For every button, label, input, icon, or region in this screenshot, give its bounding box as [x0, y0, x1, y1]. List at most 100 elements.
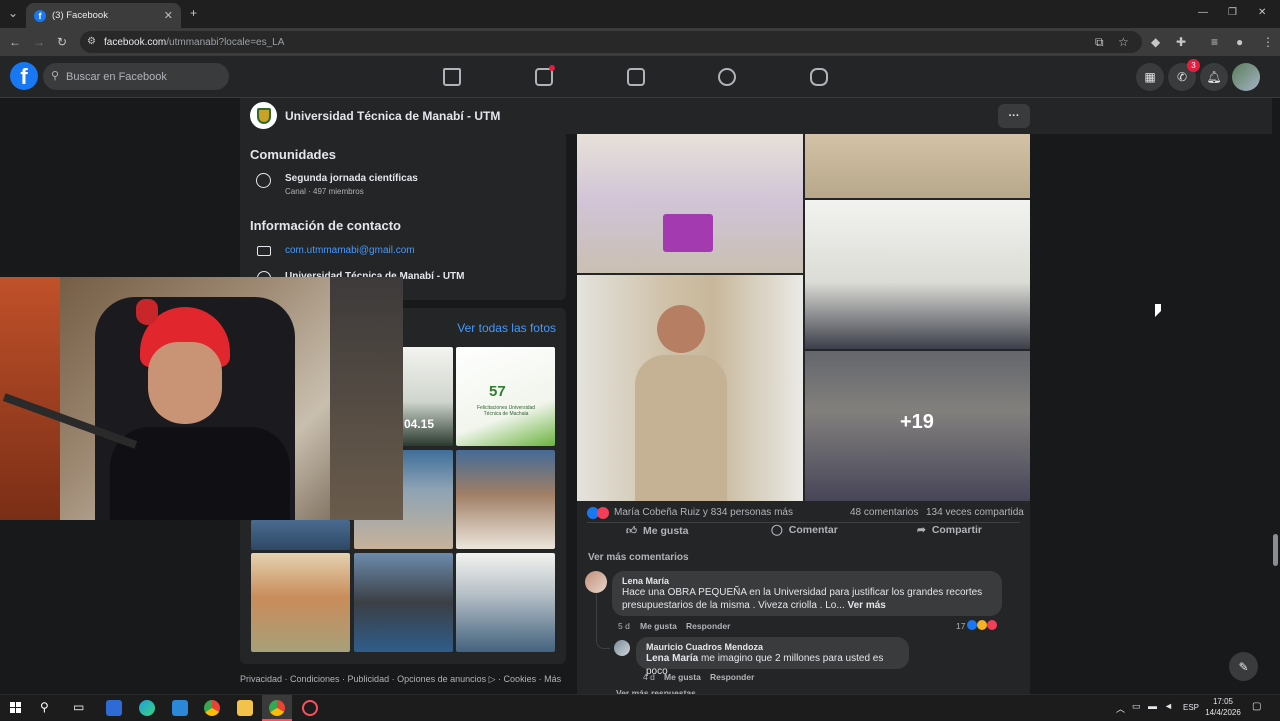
photo-thumb-3[interactable]: 57 Felicitaciones Universidad Técnica de… [456, 347, 555, 446]
comment-like-button[interactable]: Me gusta [640, 621, 677, 631]
browser-tab-bar: ⌄ f (3) Facebook ✕ + — ❐ ✕ [0, 0, 1280, 28]
community-name[interactable]: Segunda jornada científicas [285, 173, 418, 184]
intro-card: Comunidades Segunda jornada científicas … [240, 134, 566, 300]
tray-date[interactable]: 14/4/2026 [1202, 708, 1244, 717]
messenger-button[interactable]: ✆ 3 [1168, 59, 1200, 91]
profile-icon[interactable]: ● [1236, 35, 1243, 49]
browser-tab[interactable]: f (3) Facebook ✕ [26, 3, 181, 28]
address-bar-row: ← → ↻ ⚙ facebook.com/utmmanabi?locale=es… [0, 28, 1280, 56]
store-app-icon[interactable] [172, 700, 188, 716]
reply-like-button[interactable]: Me gusta [664, 672, 701, 682]
gaming-nav-icon[interactable] [810, 68, 828, 86]
groups-nav-icon[interactable] [718, 68, 736, 86]
reply-avatar[interactable] [614, 640, 630, 656]
reply-bubble: Mauricio Cuadros Mendoza Lena María me i… [636, 637, 909, 677]
tray-battery-icon[interactable]: ▬ [1148, 701, 1157, 711]
reply-time[interactable]: 4 d [643, 672, 655, 682]
windows-taskbar: ⚲ ▭ ︿ ▭ ▬ ◄ ESP 17:05 14/4/2026 ▢ [0, 694, 1280, 721]
tray-network-icon[interactable]: ▭ [1132, 701, 1141, 712]
tray-language[interactable]: ESP [1183, 703, 1199, 712]
post-photo-2[interactable] [805, 134, 1030, 198]
reply-mention[interactable]: Lena María [646, 653, 698, 664]
menu-grid-button[interactable]: ▦ [1136, 63, 1164, 91]
comment-time[interactable]: 5 d [618, 621, 630, 631]
site-info-icon[interactable]: ⚙ [87, 35, 96, 49]
chrome-icon[interactable] [204, 700, 220, 716]
media-control-icon[interactable]: ≡ [1211, 35, 1218, 49]
tray-chevron-icon[interactable]: ︿ [1116, 702, 1125, 715]
shares-count[interactable]: 134 veces compartida [926, 507, 1024, 518]
taskbar-search-icon[interactable]: ⚲ [40, 700, 49, 714]
account-avatar[interactable] [1232, 63, 1260, 91]
maximize-icon[interactable]: ❐ [1228, 6, 1237, 20]
url-field[interactable]: ⚙ facebook.com/utmmanabi?locale=es_LA ⧉ … [80, 31, 1142, 53]
marketplace-nav-icon[interactable] [627, 68, 645, 86]
home-nav-icon[interactable] [443, 68, 461, 86]
footer-links[interactable]: Privacidad · Condiciones · Publicidad · … [240, 674, 561, 685]
like-button[interactable]: 👍︎ Me gusta [626, 524, 689, 538]
post-photo-3[interactable] [805, 200, 1030, 349]
video-notification-dot [549, 65, 555, 71]
photo-thumb-6[interactable] [251, 553, 350, 652]
page-scrollbar-track[interactable] [1272, 98, 1280, 694]
notification-center-icon[interactable]: ▢ [1252, 701, 1261, 712]
see-all-photos-link[interactable]: Ver todas las fotos [457, 321, 556, 335]
extension-diamond-icon[interactable]: ◆ [1151, 35, 1160, 49]
mail-app-icon[interactable] [106, 700, 122, 716]
active-chrome-task[interactable] [262, 695, 292, 721]
forward-icon[interactable]: → [33, 35, 45, 49]
close-tab-icon[interactable]: ✕ [164, 9, 173, 22]
contact-email[interactable]: com.utmmamabi@gmail.com [285, 245, 415, 256]
see-more-link[interactable]: Ver más [847, 600, 885, 611]
obs-app-icon[interactable] [302, 700, 318, 716]
install-app-icon[interactable]: ⧉ [1095, 35, 1104, 49]
edge-browser-icon[interactable] [139, 700, 155, 716]
reactions-summary[interactable]: María Cobeña Ruiz y 834 personas más [614, 507, 793, 518]
comment-reaction-count[interactable]: 17 [956, 621, 965, 631]
comment-reply-button[interactable]: Responder [686, 621, 730, 631]
tab-search-icon[interactable]: ⌄ [8, 6, 18, 20]
tray-volume-icon[interactable]: ◄ [1164, 701, 1173, 711]
tray-time[interactable]: 17:05 [1205, 697, 1241, 706]
new-tab-icon[interactable]: + [190, 6, 197, 20]
search-input[interactable]: ⚲ Buscar en Facebook [43, 63, 229, 90]
commenter-avatar[interactable] [585, 571, 607, 593]
reply-author-name[interactable]: Mauricio Cuadros Mendoza [646, 642, 899, 652]
facebook-header: f ⚲ Buscar en Facebook ▦ ✆ 3 🔔︎ [0, 56, 1280, 98]
page-avatar[interactable] [250, 102, 277, 129]
page-name[interactable]: Universidad Técnica de Manabí - UTM [285, 109, 500, 123]
post-photo-5[interactable]: +19 [805, 351, 1030, 501]
comments-count[interactable]: 48 comentarios [850, 507, 918, 518]
photo-thumb-5[interactable] [456, 450, 555, 549]
notifications-button[interactable]: 🔔︎ [1200, 63, 1228, 91]
back-icon[interactable]: ← [9, 35, 21, 49]
chrome-menu-icon[interactable]: ⋮ [1262, 35, 1274, 49]
url-path: /utmmanabi?locale=es_LA [166, 36, 285, 48]
see-more-comments-link[interactable]: Ver más comentarios [588, 552, 689, 563]
page-scrollbar-thumb[interactable] [1273, 534, 1278, 566]
page-more-button[interactable]: ··· [998, 104, 1030, 128]
new-message-button[interactable]: ✎ [1229, 652, 1258, 681]
share-button[interactable]: ➦ Compartir [917, 524, 982, 536]
reply-reply-button[interactable]: Responder [710, 672, 754, 682]
file-explorer-icon[interactable] [237, 700, 253, 716]
windows-start-icon[interactable] [10, 702, 21, 713]
comment-text: Hace una OBRA PEQUEÑA en la Universidad … [622, 586, 992, 612]
commenter-name[interactable]: Lena María [622, 576, 992, 586]
facebook-logo-icon[interactable]: f [10, 62, 38, 90]
love-reaction-icon [597, 507, 609, 519]
more-photos-count[interactable]: +19 [900, 411, 934, 434]
page-sticky-bar: Universidad Técnica de Manabí - UTM ··· [240, 98, 1280, 134]
photo-thumb-row2-left[interactable] [251, 520, 350, 550]
minimize-icon[interactable]: — [1198, 6, 1208, 20]
task-view-icon[interactable]: ▭ [73, 700, 84, 714]
extensions-puzzle-icon[interactable]: ✚ [1176, 35, 1186, 49]
photo-thumb-8[interactable] [456, 553, 555, 652]
reload-icon[interactable]: ↻ [57, 35, 67, 49]
bookmark-star-icon[interactable]: ☆ [1118, 35, 1129, 49]
post-photo-4[interactable] [577, 275, 803, 501]
post-photo-1[interactable] [577, 134, 803, 273]
comment-button[interactable]: ◯ Comentar [771, 524, 838, 536]
photo-thumb-7[interactable] [354, 553, 453, 652]
close-window-icon[interactable]: ✕ [1258, 6, 1266, 20]
